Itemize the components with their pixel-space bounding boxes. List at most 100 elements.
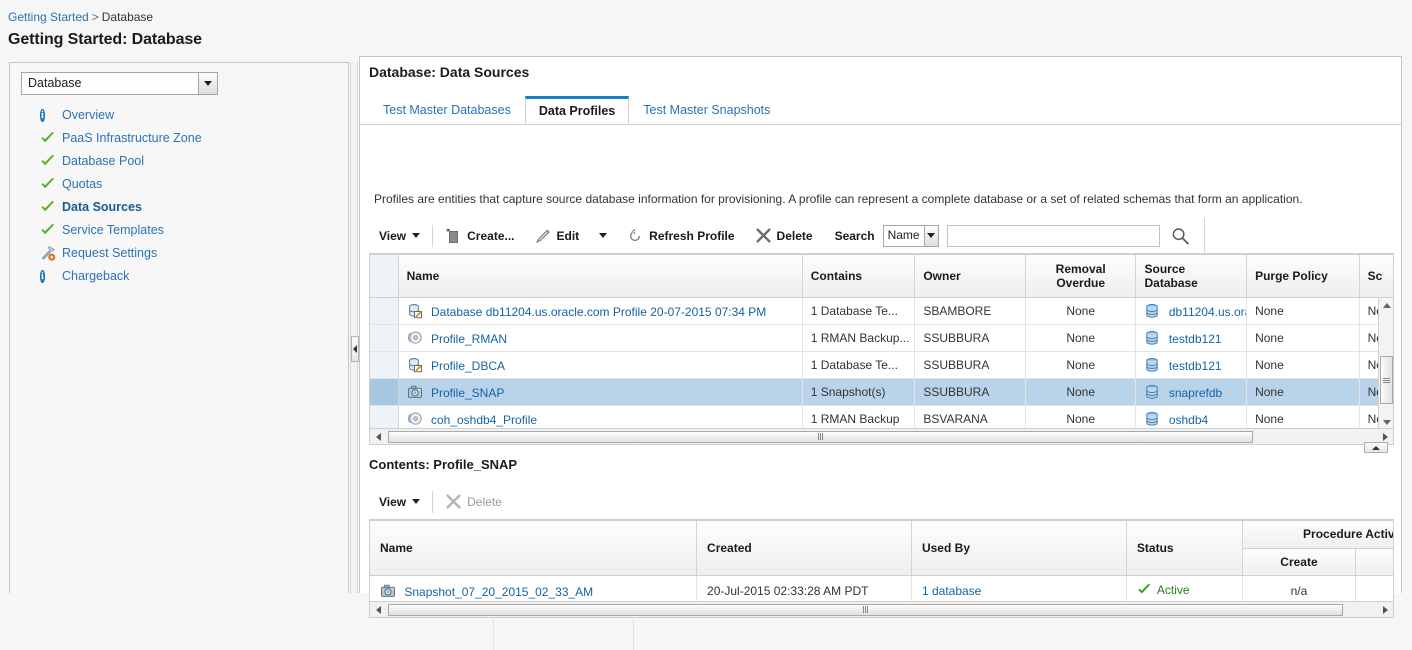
- sidebar-item-request-settings[interactable]: Request Settings: [10, 241, 348, 264]
- profile-name-link[interactable]: Database db11204.us.oracle.com Profile 2…: [431, 305, 766, 319]
- scroll-left-button[interactable]: [370, 603, 386, 617]
- sidebar-item-overview[interactable]: i Overview: [10, 103, 348, 126]
- refresh-profile-button[interactable]: Refresh Profile: [617, 218, 744, 254]
- sidebar-item-data-sources[interactable]: Data Sources: [10, 195, 348, 218]
- sidebar-scope-select[interactable]: Database: [21, 72, 218, 95]
- table-row[interactable]: Database db11204.us.oracle.com Profile 2…: [370, 297, 1393, 325]
- column-header-source-database[interactable]: Source Database: [1135, 255, 1248, 298]
- cell-source-database[interactable]: testdb121: [1135, 324, 1248, 352]
- cell-owner: SSUBBURA: [914, 351, 1026, 379]
- cell-name[interactable]: Profile_DBCA: [398, 351, 803, 379]
- table-row[interactable]: Profile_RMAN 1 RMAN Backup... SSUBBURA N…: [370, 324, 1393, 352]
- column-header-created[interactable]: Created: [696, 521, 912, 576]
- column-header-name[interactable]: Name: [398, 255, 803, 298]
- search-field-dropdown-button[interactable]: [923, 225, 938, 246]
- scroll-up-button[interactable]: [1379, 298, 1393, 312]
- select-all-column-header[interactable]: [370, 255, 399, 298]
- panel-splitter-collapse-handle[interactable]: [351, 336, 359, 362]
- contents-horizontal-scrollbar[interactable]: [369, 602, 1394, 618]
- search-field-value: Name: [887, 227, 920, 242]
- sidebar-item-chargeback[interactable]: i Chargeback: [10, 264, 348, 287]
- row-select-cell[interactable]: [370, 324, 399, 352]
- section-collapse-button[interactable]: [1364, 442, 1388, 453]
- profile-name-link[interactable]: Profile_RMAN: [431, 332, 507, 346]
- profile-name-link[interactable]: Profile_DBCA: [431, 359, 505, 373]
- used-by-link[interactable]: 1 database: [922, 584, 981, 598]
- scroll-track[interactable]: [386, 603, 1377, 617]
- scroll-thumb[interactable]: [1380, 356, 1393, 404]
- sidebar-item-database-pool[interactable]: Database Pool: [10, 149, 348, 172]
- column-header-sc[interactable]: Sc: [1359, 255, 1393, 298]
- chevron-right-icon: [1382, 605, 1388, 614]
- sidebar-item-label: Quotas: [62, 176, 103, 191]
- cell-source-database[interactable]: snaprefdb: [1135, 378, 1248, 406]
- panel-splitter[interactable]: [350, 62, 359, 593]
- row-select-cell[interactable]: [370, 351, 399, 379]
- contents-view-menu-button[interactable]: View: [369, 484, 430, 520]
- cell-name[interactable]: Database db11204.us.oracle.com Profile 2…: [398, 297, 803, 325]
- snapshot-name-link[interactable]: Snapshot_07_20_2015_02_33_AM: [404, 585, 593, 599]
- source-database-link[interactable]: snaprefdb: [1169, 386, 1222, 400]
- table-row[interactable]: coh_oshdb4_Profile 1 RMAN Backup BSVARAN…: [370, 405, 1393, 428]
- sidebar-item-paas-infrastructure-zone[interactable]: PaaS Infrastructure Zone: [10, 126, 348, 149]
- scroll-down-button[interactable]: [1379, 415, 1393, 428]
- tab-test-master-databases[interactable]: Test Master Databases: [369, 96, 525, 124]
- tab-data-profiles[interactable]: Data Profiles: [524, 96, 630, 124]
- create-button[interactable]: Create...: [435, 218, 524, 254]
- search-icon[interactable]: [1170, 226, 1190, 246]
- scroll-track[interactable]: [386, 430, 1377, 444]
- cell-name[interactable]: Snapshot_07_20_2015_02_33_AM: [370, 575, 698, 601]
- profiles-horizontal-scrollbar[interactable]: [369, 429, 1394, 445]
- cell-name[interactable]: Profile_SNAP: [398, 378, 803, 406]
- profile-name-link[interactable]: coh_oshdb4_Profile: [431, 413, 537, 427]
- sidebar-scope-dropdown-button[interactable]: [198, 73, 217, 94]
- check-icon: [40, 222, 56, 238]
- row-select-cell[interactable]: [370, 405, 399, 428]
- close-x-icon: [755, 227, 771, 243]
- search-field-select[interactable]: Name: [882, 224, 939, 247]
- cell-source-database[interactable]: oshdb4: [1135, 405, 1248, 428]
- sidebar-item-quotas[interactable]: Quotas: [10, 172, 348, 195]
- source-database-link[interactable]: oshdb4: [1169, 413, 1208, 427]
- scroll-left-button[interactable]: [370, 430, 386, 444]
- column-header-name[interactable]: Name: [370, 521, 698, 576]
- breadcrumb-link-getting-started[interactable]: Getting Started: [8, 10, 89, 24]
- table-row-selected[interactable]: Profile_SNAP 1 Snapshot(s) SSUBBURA None…: [370, 378, 1393, 406]
- edit-label: Edit: [556, 228, 580, 243]
- search-input[interactable]: [946, 224, 1160, 247]
- scroll-thumb[interactable]: [388, 603, 1343, 616]
- scroll-right-button[interactable]: [1377, 603, 1393, 617]
- column-header-create[interactable]: Create: [1242, 548, 1357, 576]
- column-header-owner[interactable]: Owner: [914, 255, 1026, 298]
- cell-source-database[interactable]: db11204.us.ora: [1135, 297, 1248, 325]
- cell-name[interactable]: Profile_RMAN: [398, 324, 803, 352]
- tab-label: Test Master Snapshots: [643, 103, 771, 117]
- cell-name[interactable]: coh_oshdb4_Profile: [398, 405, 803, 428]
- row-select-cell[interactable]: [370, 297, 399, 325]
- sidebar-scope-value: Database: [28, 76, 82, 90]
- edit-button[interactable]: Edit: [525, 218, 590, 254]
- tab-test-master-snapshots[interactable]: Test Master Snapshots: [629, 96, 784, 124]
- column-header-purge-policy[interactable]: Purge Policy: [1246, 255, 1360, 298]
- scroll-thumb[interactable]: [388, 430, 1253, 443]
- sidebar-task-list: i Overview PaaS Infrastructure Zone Data…: [10, 103, 348, 287]
- profile-name-link[interactable]: Profile_SNAP: [431, 386, 504, 400]
- column-header-used-by[interactable]: Used By: [911, 521, 1127, 576]
- source-database-link[interactable]: testdb121: [1169, 332, 1222, 346]
- cell-source-database[interactable]: testdb121: [1135, 351, 1248, 379]
- column-header-delete[interactable]: Delete: [1355, 548, 1393, 576]
- column-header-removal-overdue[interactable]: Removal Overdue: [1025, 255, 1137, 298]
- profiles-vertical-scrollbar[interactable]: [1378, 298, 1393, 428]
- table-row[interactable]: Profile_DBCA 1 Database Te... SSUBBURA N…: [370, 351, 1393, 379]
- table-row[interactable]: Snapshot_07_20_2015_02_33_AM 20-Jul-2015…: [370, 575, 1393, 601]
- column-header-status[interactable]: Status: [1126, 521, 1243, 576]
- cell-used-by[interactable]: 1 database: [911, 575, 1127, 601]
- edit-dropdown-button[interactable]: [589, 218, 617, 254]
- source-database-link[interactable]: db11204.us.ora: [1169, 305, 1246, 319]
- source-database-link[interactable]: testdb121: [1169, 359, 1222, 373]
- row-select-cell[interactable]: [370, 378, 399, 406]
- sidebar-item-service-templates[interactable]: Service Templates: [10, 218, 348, 241]
- view-menu-button[interactable]: View: [369, 218, 430, 254]
- column-header-contains[interactable]: Contains: [802, 255, 916, 298]
- delete-button[interactable]: Delete: [745, 218, 823, 254]
